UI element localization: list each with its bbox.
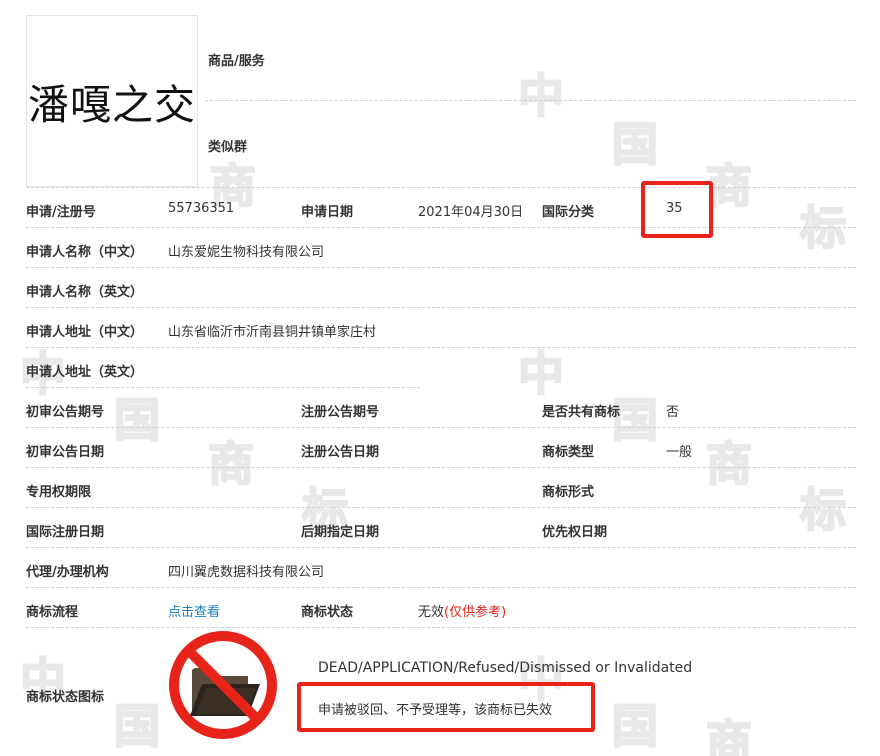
similar-group-label: 类似群 [208,140,248,155]
applicant-cn-value: 山东爱妮生物科技有限公司 [168,245,325,260]
highlight-box-class [641,181,713,238]
agent-label: 代理/办理机构 [26,565,109,580]
row-process: 商标流程 点击查看 商标状态 无效(仅供参考) [26,588,856,628]
app-date-label: 申请日期 [301,205,354,220]
row-issue-dates: 初审公告日期 注册公告日期 商标类型 一般 [26,428,856,468]
goods-services-label: 商品/服务 [208,54,265,69]
prelim-date-label: 初审公告日期 [26,445,105,460]
status-english: DEAD/APPLICATION/Refused/Dismissed or In… [318,660,693,676]
tm-form-label: 商标形式 [542,485,595,500]
app-date-value: 2021年04月30日 [418,205,524,220]
reg-no-label: 申请/注册号 [26,205,96,220]
status-icon-label: 商标状态图标 [26,690,105,705]
trademark-detail: 潘嘎之交 商品/服务 类似群 申请/注册号 55736351 申请日期 2021… [0,0,880,756]
row-applicant-en: 申请人名称（英文） [26,268,856,308]
row-address-cn: 申请人地址（中文） 山东省临沂市沂南县铜井镇单家庄村 [26,308,856,348]
exclusive-label: 专用权期限 [26,485,92,500]
trademark-logo-text: 潘嘎之交 [28,81,196,129]
address-en-label: 申请人地址（英文） [26,365,144,380]
applicant-cn-label: 申请人名称（中文） [26,245,144,260]
status-value-group: 无效(仅供参考) [418,601,506,620]
divider [205,100,856,101]
status-note: (仅供参考) [444,605,507,620]
row-intl-dates: 国际注册日期 后期指定日期 优先权日期 [26,508,856,548]
applicant-en-label: 申请人名称（英文） [26,285,144,300]
prelim-issue-label: 初审公告期号 [26,405,105,420]
reg-issue-label: 注册公告期号 [301,405,380,420]
intl-class-label: 国际分类 [542,205,595,220]
tm-type-label: 商标类型 [542,445,595,460]
highlight-box-status [297,682,595,732]
reg-date-label: 注册公告日期 [301,445,380,460]
row-agent: 代理/办理机构 四川翼虎数据科技有限公司 [26,548,856,588]
shared-label: 是否共有商标 [542,405,621,420]
row-applicant-cn: 申请人名称（中文） 山东爱妮生物科技有限公司 [26,228,856,268]
address-cn-value: 山东省临沂市沂南县铜井镇单家庄村 [168,325,377,340]
row-registration: 申请/注册号 55736351 申请日期 2021年04月30日 国际分类 35 [26,188,856,228]
row-exclusive: 专用权期限 商标形式 [26,468,856,508]
row-issue-numbers: 初审公告期号 注册公告期号 是否共有商标 否 [26,388,856,428]
address-cn-label: 申请人地址（中文） [26,325,144,340]
process-label: 商标流程 [26,605,79,620]
status-value: 无效 [418,605,445,620]
intl-reg-date-label: 国际注册日期 [26,525,105,540]
shared-value: 否 [666,405,680,420]
later-date-label: 后期指定日期 [301,525,380,540]
tm-type-value: 一般 [666,445,693,460]
trademark-image: 潘嘎之交 [26,15,198,187]
priority-date-label: 优先权日期 [542,525,608,540]
reg-no-value: 55736351 [168,201,235,216]
agent-value: 四川翼虎数据科技有限公司 [168,565,325,580]
process-link[interactable]: 点击查看 [168,601,220,620]
row-address-en: 申请人地址（英文） [26,348,856,388]
dead-folder-icon [169,631,277,739]
status-label: 商标状态 [301,605,354,620]
